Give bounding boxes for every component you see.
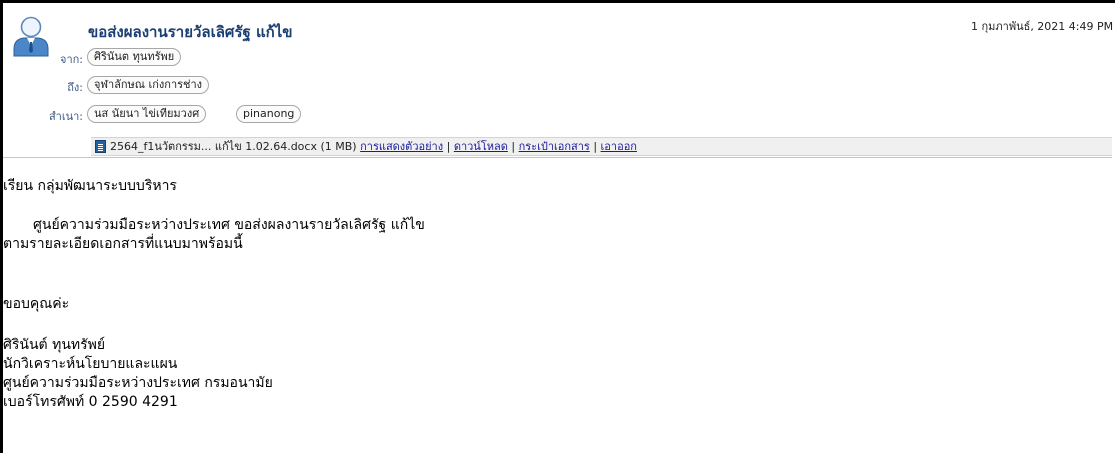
body-thanks: ขอบคุณค่ะ — [3, 296, 70, 312]
attachment-bar: 2564_f1นวัตกรรม... แก้ไข 1.02.64.docx (1… — [91, 137, 1112, 156]
email-subject: ขอส่งผลงานรายวัลเลิศรัฐ แก้ไข — [88, 23, 293, 41]
body-greeting: เรียน กลุ่มพัฒนาระบบบริหาร — [3, 178, 177, 194]
attachment-info: 2564_f1นวัตกรรม... แก้ไข 1.02.64.docx (1… — [110, 139, 637, 155]
to-label: ถึง: — [67, 81, 83, 94]
attachment-filename: 2564_f1นวัตกรรม... แก้ไข 1.02.64.docx — [110, 140, 317, 153]
cc-label: สำเนา: — [48, 110, 83, 123]
separator: | — [593, 140, 598, 153]
signature-phone: เบอร์โทรศัพท์ 0 2590 4291 — [3, 394, 178, 410]
attachment-size: (1 MB) — [320, 140, 357, 153]
separator: | — [446, 140, 451, 153]
remove-link[interactable]: เอาออก — [601, 140, 637, 153]
to-recipient-chip[interactable]: จุฬาลักษณ เก่งการช่าง — [87, 76, 210, 94]
download-link[interactable]: ดาวน์โหลด — [454, 140, 508, 153]
from-label: จาก: — [60, 53, 83, 66]
separator: | — [511, 140, 516, 153]
preview-link[interactable]: การแสดงตัวอย่าง — [360, 140, 443, 153]
from-sender-chip[interactable]: ศิรินันต ทุนทรัพย — [87, 48, 182, 66]
message-header: ขอส่งผลงานรายวัลเลิศรัฐ แก้ไข 1 กุมภาพัน… — [3, 3, 1114, 158]
cc-recipient-chip[interactable]: นส นัยนา ไข่เทียมวงศ — [87, 105, 207, 123]
word-document-icon — [95, 140, 106, 153]
briefcase-link[interactable]: กระเป๋าเอกสาร — [519, 140, 590, 153]
cc-recipient-chip[interactable]: pinanong — [236, 105, 302, 123]
header-divider — [3, 157, 1112, 158]
body-paragraph-line-2: ตามรายละเอียดเอกสารที่แนบมาพร้อมนี้ — [3, 236, 243, 252]
email-date: 1 กุมภาพันธ์, 2021 4:49 PM — [971, 20, 1114, 33]
